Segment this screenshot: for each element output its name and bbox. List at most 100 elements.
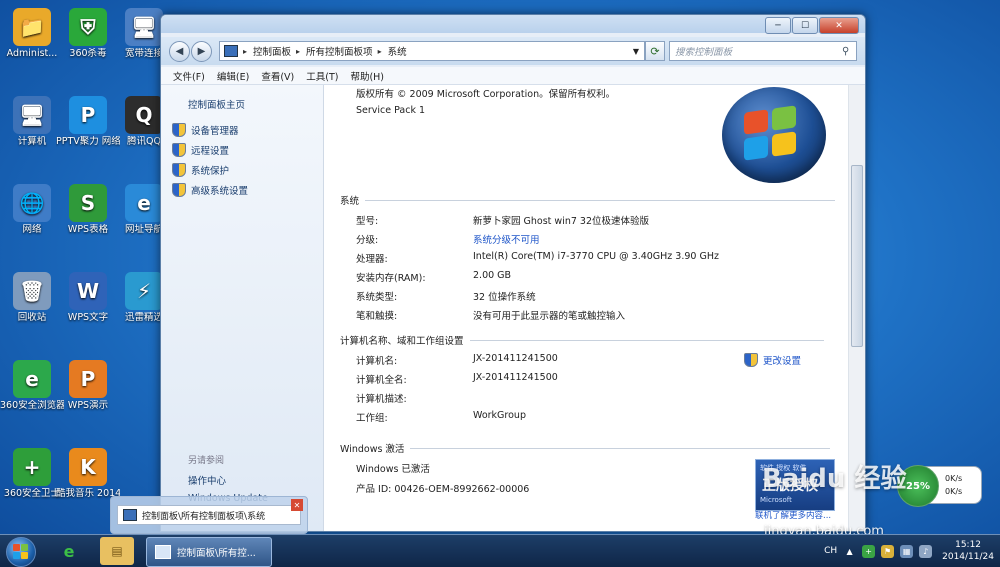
title-bar[interactable]: ─ ☐ ✕ — [161, 15, 865, 34]
shield-icon — [744, 353, 758, 367]
rating-link[interactable]: 系统分级不可用 — [473, 232, 540, 246]
back-arrow-icon: ◀ — [175, 46, 184, 57]
desktop-icon-label: 360杀毒 — [69, 48, 107, 59]
language-indicator[interactable]: CH — [824, 546, 837, 556]
network-icon[interactable]: ▦ — [900, 544, 914, 558]
back-button[interactable]: ◀ — [169, 41, 190, 62]
menu-view[interactable]: 查看(V) — [261, 69, 294, 83]
control-panel-home-link[interactable]: 控制面板主页 — [188, 97, 245, 111]
system-row-value: Intel(R) Core(TM) i7-3770 CPU @ 3.40GHz … — [473, 251, 719, 262]
breadcrumb-all-items[interactable]: 所有控制面板项 — [306, 44, 373, 58]
desktop-icon-label: 360安全卫士 — [3, 488, 61, 499]
address-dropdown-icon[interactable]: ▼ — [633, 47, 639, 56]
breadcrumb-system[interactable]: 系统 — [388, 44, 407, 58]
computer-row-label: 计算机名: — [356, 356, 398, 367]
browser-icon: e — [63, 541, 75, 561]
navigation-bar: ◀ ▶ ▸ 控制面板 ▸ 所有控制面板项 ▸ 系统 ▼ ⟳ 搜索控制面板 ⚲ — [161, 37, 865, 65]
taskbar-thumbnail-preview[interactable]: 控制面板\所有控制面板项\系统 ✕ — [110, 496, 308, 534]
breadcrumb-control-panel[interactable]: 控制面板 — [253, 44, 291, 58]
address-bar[interactable]: ▸ 控制面板 ▸ 所有控制面板项 ▸ 系统 ▼ — [219, 41, 645, 61]
system-row-value: 32 位操作系统 — [473, 292, 536, 303]
action-center-link[interactable]: 操作中心 — [188, 473, 226, 487]
upload-speed: 0K/s — [945, 474, 963, 483]
security-icon[interactable]: + — [862, 544, 876, 558]
wps-writer-icon: W — [69, 272, 107, 310]
minimize-button[interactable]: ─ — [765, 17, 791, 34]
system-row-label: 分级: — [356, 235, 379, 246]
desktop-icon-label: 回收站 — [17, 312, 47, 323]
wps-presentation-icon: P — [69, 360, 107, 398]
computer-row-value: WorkGroup — [473, 410, 526, 421]
forward-arrow-icon: ▶ — [197, 46, 206, 57]
system-row-value: 2.00 GB — [473, 270, 512, 281]
search-icon[interactable]: ⚲ — [842, 46, 856, 57]
computer-row-value: JX-201411241500 — [473, 372, 558, 383]
desktop-icon-360-antivirus[interactable]: ⛨ 360杀毒 — [56, 8, 120, 60]
baidu-watermark: Baidu 经验 — [762, 464, 907, 494]
menu-edit[interactable]: 编辑(E) — [217, 69, 249, 83]
preview-close-button[interactable]: ✕ — [291, 499, 303, 511]
computer-section-heading: 计算机名称、域和工作组设置 — [340, 333, 824, 347]
copyright-text: 版权所有 © 2009 Microsoft Corporation。保留所有权利… — [356, 89, 616, 100]
link-label: 系统保护 — [191, 166, 230, 177]
ie-browser-pin[interactable]: e — [52, 537, 86, 565]
desktop-icon-label: 计算机 — [17, 136, 47, 147]
desktop-icon-360-browser[interactable]: e 360安全浏览器6 — [0, 360, 64, 412]
chevron-up-icon[interactable]: ▲ — [843, 545, 856, 558]
shield-icon — [172, 163, 186, 177]
close-button[interactable]: ✕ — [819, 17, 859, 34]
system-row-value: 没有可用于此显示器的笔或触控输入 — [473, 311, 626, 322]
learn-more-link[interactable]: 联机了解更多内容... — [755, 509, 831, 521]
search-box[interactable]: 搜索控制面板 ⚲ — [669, 41, 857, 61]
shield-icon — [172, 123, 186, 137]
system-protection-link[interactable]: 系统保护 — [172, 163, 229, 177]
menu-tools[interactable]: 工具(T) — [306, 69, 338, 83]
flag-icon[interactable]: ⚑ — [881, 544, 895, 558]
shield-icon — [172, 183, 186, 197]
system-row-label: 安装内存(RAM): — [356, 273, 426, 284]
desktop-icon-kuwo-music[interactable]: K 酷我音乐 2014 — [56, 448, 120, 500]
system-row-label: 笔和触摸: — [356, 311, 398, 322]
task-label: 控制面板\所有控... — [177, 548, 256, 559]
taskbar: e ▤ 控制面板\所有控... CH ▲ + ⚑ ▦ ♪ 15:12 2014/… — [0, 534, 1000, 567]
link-label: 远程设置 — [191, 146, 230, 157]
qq-icon: Q — [125, 96, 163, 134]
volume-icon[interactable]: ♪ — [919, 544, 933, 558]
administrator-folder-icon: 📁 — [13, 8, 51, 46]
desktop-icon-wps-presentation[interactable]: P WPS演示 — [56, 360, 120, 412]
maximize-button[interactable]: ☐ — [792, 17, 818, 34]
desktop-icon-network[interactable]: 🌐 网络 — [0, 184, 64, 236]
refresh-button[interactable]: ⟳ — [645, 41, 665, 61]
control-panel-icon — [224, 45, 238, 57]
desktop-icon-pptv[interactable]: P PPTV聚力 网络电视 — [56, 96, 120, 148]
advanced-settings-link[interactable]: 高级系统设置 — [172, 183, 248, 197]
clock[interactable]: 15:12 2014/11/24 — [942, 539, 994, 563]
link-label: 设备管理器 — [191, 126, 239, 137]
network-speed-widget[interactable]: 25% 0K/s 0K/s — [897, 465, 982, 507]
menu-file[interactable]: 文件(F) — [173, 69, 205, 83]
start-button[interactable] — [6, 537, 36, 567]
scrollbar-thumb[interactable] — [851, 165, 863, 347]
remote-settings-link[interactable]: 远程设置 — [172, 143, 229, 157]
desktop-icon-recycle-bin[interactable]: 🗑 回收站 — [0, 272, 64, 324]
see-also-heading: 另请参阅 — [188, 456, 225, 466]
device-manager-link[interactable]: 设备管理器 — [172, 123, 239, 137]
system-window: ─ ☐ ✕ ◀ ▶ ▸ 控制面板 ▸ 所有控制面板项 ▸ 系统 ▼ ⟳ 搜索控制… — [160, 14, 866, 532]
forward-button[interactable]: ▶ — [191, 41, 212, 62]
system-tray: CH ▲ + ⚑ ▦ ♪ 15:12 2014/11/24 — [824, 537, 994, 565]
desktop-icon-administrator-folder[interactable]: 📁 Administ... — [0, 8, 64, 60]
computer-icon: 🖥 — [13, 96, 51, 134]
folder-icon: ▤ — [111, 544, 123, 558]
desktop-icon-wps-writer[interactable]: W WPS文字 — [56, 272, 120, 324]
desktop-icon-360-security[interactable]: +360安全卫士 — [0, 448, 64, 500]
desktop-icon-computer[interactable]: 🖥 计算机 — [0, 96, 64, 148]
search-input[interactable]: 搜索控制面板 — [675, 44, 842, 58]
system-row-label: 型号: — [356, 216, 379, 227]
breadcrumb-separator-icon: ▸ — [243, 46, 248, 56]
explorer-pin[interactable]: ▤ — [100, 537, 134, 565]
taskbar-control-panel-task[interactable]: 控制面板\所有控... — [146, 537, 272, 567]
desktop-icon-wps-spreadsheet[interactable]: S WPS表格 — [56, 184, 120, 236]
desktop-icon-label: WPS文字 — [67, 312, 109, 323]
menu-help[interactable]: 帮助(H) — [350, 69, 384, 83]
change-settings-link[interactable]: 更改设置 — [744, 353, 801, 367]
